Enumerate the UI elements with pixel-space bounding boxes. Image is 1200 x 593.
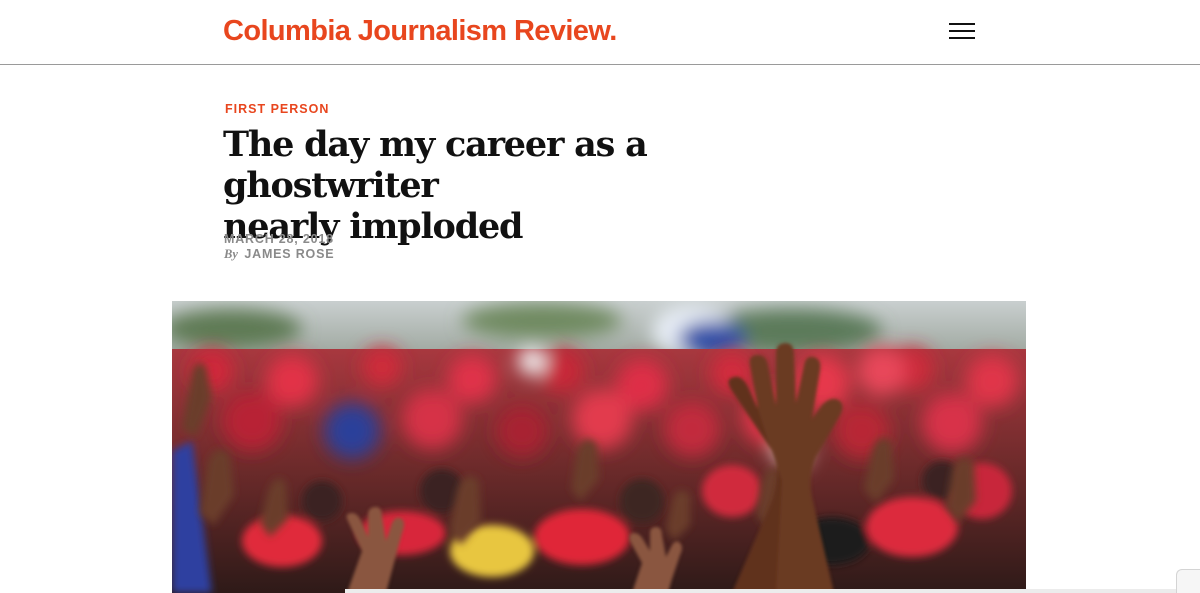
hamburger-menu-icon-bar — [949, 37, 975, 39]
corner-widget[interactable] — [1176, 569, 1200, 593]
article-byline: By JAMES ROSE — [224, 247, 334, 262]
site-header: Columbia Journalism Review. — [0, 0, 1200, 65]
hamburger-menu-icon — [949, 23, 975, 25]
menu-button[interactable] — [946, 19, 978, 43]
article-kicker[interactable]: FIRST PERSON — [225, 102, 329, 116]
headline-line-1: The day my career as a ghostwriter — [223, 124, 648, 206]
author-link[interactable]: JAMES ROSE — [244, 247, 334, 261]
browser-bottom-strip — [345, 589, 1200, 593]
byline-prefix: By — [224, 247, 238, 261]
article-headline: The day my career as a ghostwriter nearl… — [223, 124, 863, 247]
article-date: MARCH 28, 2018 — [224, 232, 334, 246]
hero-image — [172, 301, 1026, 593]
crowd-raised-hands-photo — [172, 301, 1026, 593]
site-logo[interactable]: Columbia Journalism Review. — [223, 13, 617, 49]
hamburger-menu-icon-bar — [949, 30, 975, 32]
